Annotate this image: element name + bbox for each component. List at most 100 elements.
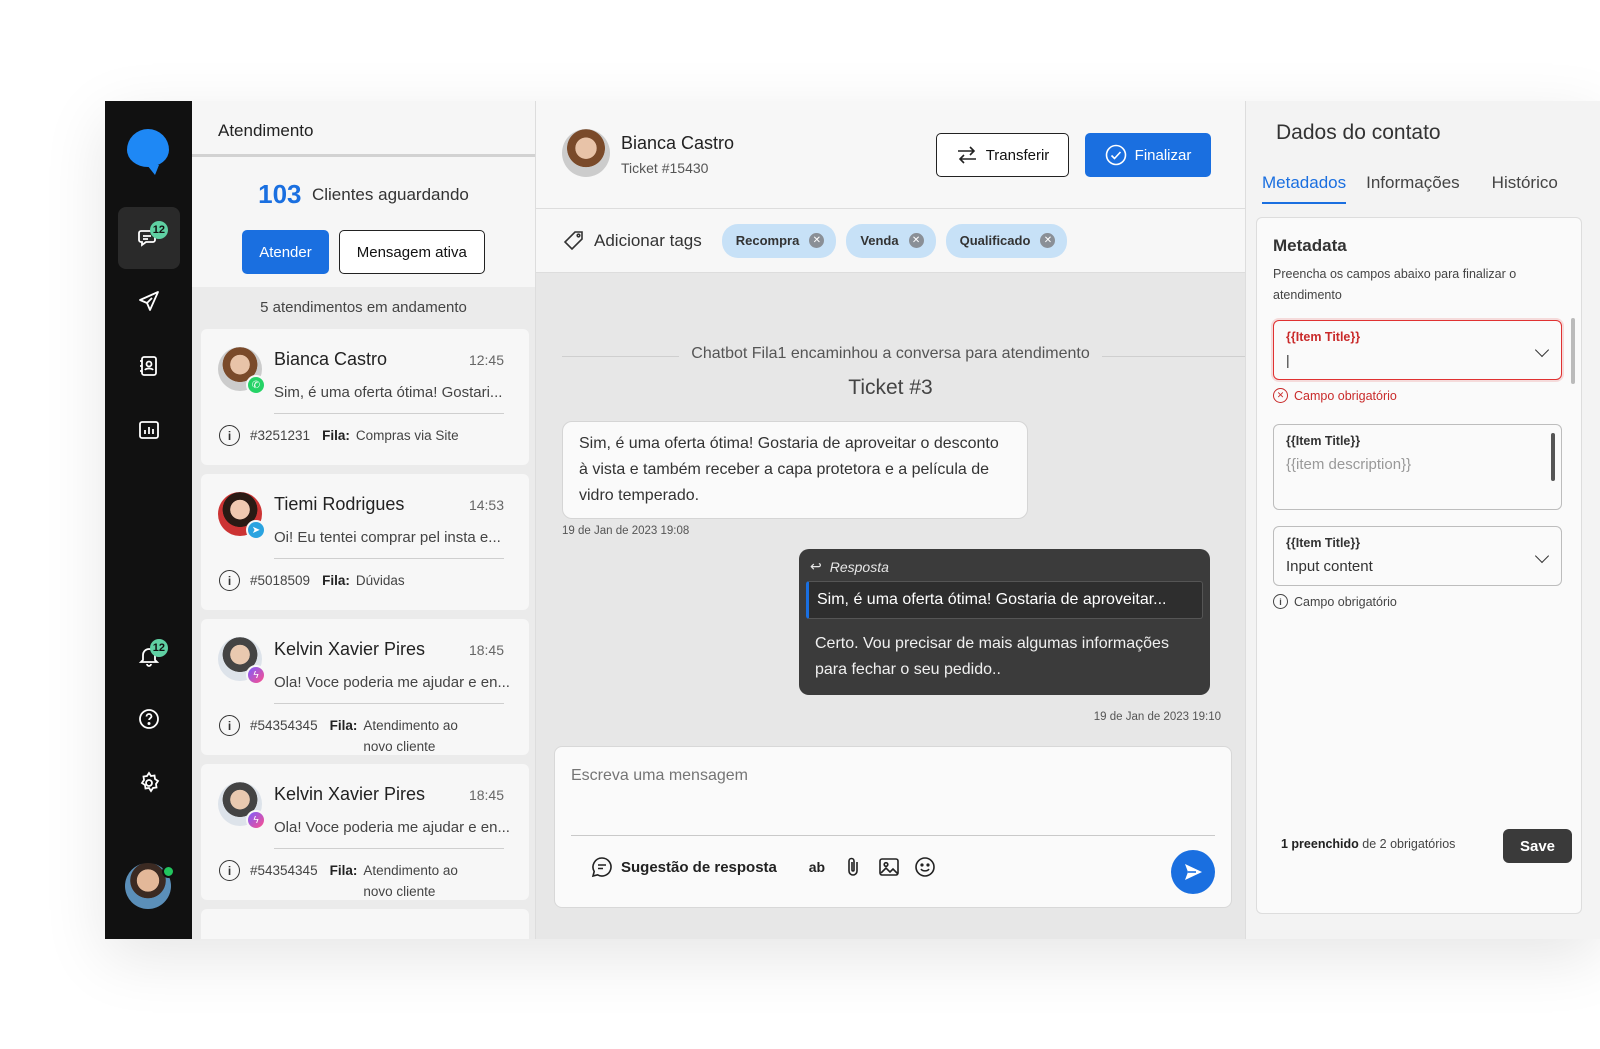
conversation-card[interactable] [201,909,529,939]
format-text-button[interactable]: ab [805,855,829,879]
suggest-reply-label: Sugestão de resposta [621,858,777,876]
system-message: Chatbot Fila1 encaminhou a conversa para… [536,345,1245,363]
composer-toolbar: Sugestão de resposta ab [591,855,937,879]
remove-tag-icon[interactable]: ✕ [908,233,924,248]
chat-header: Bianca Castro Ticket #15430 Transferir F… [536,101,1245,209]
messenger-icon: ϟ [246,810,266,830]
chat-contact-name: Bianca Castro [621,133,735,153]
contact-name: Kelvin Xavier Pires [274,639,426,659]
textarea-scrollbar[interactable] [1551,433,1555,481]
info-icon: i [219,715,240,736]
save-button[interactable]: Save [1503,829,1572,863]
add-tags-button[interactable]: Adicionar tags [562,229,702,253]
whatsapp-icon: ✆ [246,375,266,395]
nav-notifications[interactable]: 12 [118,625,180,687]
paper-plane-icon [139,291,159,311]
tags-bar: Adicionar tags Recompra ✕ Venda ✕ Qualif… [536,209,1245,273]
ticket-divider: Ticket #3 [848,376,933,399]
info-icon: i [219,570,240,591]
attach-icon[interactable] [841,855,865,879]
info-icon: i [1273,594,1288,609]
field-hint-message: i Campo obrigatório [1273,594,1397,609]
tag-label: Venda [860,233,899,248]
messenger-icon: ϟ [246,665,266,685]
fila-value: Compras via Site [355,428,459,443]
info-icon: i [219,425,240,446]
field-placeholder: {{item description}} [1286,456,1412,473]
conversation-card[interactable]: ➤ Tiemi Rodrigues 14:53 Oi! Eu tentei co… [201,474,529,610]
contact-name: Tiemi Rodrigues [274,494,405,514]
conversation-list-panel: Atendimento 103 Clientes aguardando Aten… [192,101,536,939]
nav-settings[interactable] [118,752,180,814]
field-cursor: | [1286,352,1290,368]
metadata-description: Preencha os campos abaixo para finalizar… [1273,267,1517,302]
card-meta: i #54354345 Fila: Atendimento ao novo cl… [219,715,483,757]
card-meta: i #54354345 Fila: Atendimento ao novo cl… [219,860,483,902]
sidebar: 12 12 [105,101,192,939]
message-input[interactable] [571,767,1201,785]
in-progress-label: 5 atendimentos em andamento [260,299,467,316]
conversation-card[interactable]: ✆ Bianca Castro 12:45 Sim, é uma oferta … [201,329,529,465]
image-icon[interactable] [877,855,901,879]
notification-badge: 12 [149,639,168,657]
remove-tag-icon[interactable]: ✕ [809,233,825,248]
tab-informacoes[interactable]: Informações [1366,173,1460,204]
message-preview: Sim, é uma oferta ótima! Gostari... [274,384,503,401]
required-count: 1 preenchido de 2 obrigatórios [1281,837,1456,851]
contact-name: Kelvin Xavier Pires [274,784,426,804]
telegram-icon: ➤ [246,520,266,540]
incoming-message: Sim, é uma oferta ótima! Gostaria de apr… [562,421,1028,519]
ticket-id: #54354345 [250,863,318,878]
contact-tabs: Metadados Informações Histórico [1262,173,1558,204]
outgoing-message: ↩ Resposta Sim, é uma oferta ótima! Gost… [799,549,1210,695]
message-composer: Sugestão de resposta ab [554,746,1232,908]
message-time: 18:45 [468,642,504,658]
outgoing-timestamp: 19 de Jan de 2023 19:10 [1093,711,1221,723]
metadata-title: Metadata [1273,236,1347,255]
check-circle-icon [1105,144,1126,166]
transfer-button[interactable]: Transferir [936,133,1069,177]
nav-send[interactable] [118,270,180,332]
send-button[interactable] [1171,850,1215,894]
attend-button[interactable]: Atender [242,230,329,274]
metadata-textarea-field[interactable]: {{Item Title}} {{item description}} [1273,424,1562,510]
waiting-section: 103 Clientes aguardando Atender Mensagem… [192,157,535,287]
chat-panel: Bianca Castro Ticket #15430 Transferir F… [536,101,1246,939]
remove-tag-icon[interactable]: ✕ [1040,233,1056,248]
suggest-reply-button[interactable]: Sugestão de resposta [591,856,777,878]
contact-panel: Dados do contato Metadados Informações H… [1246,101,1600,939]
reply-label: Resposta [829,558,889,575]
emoji-icon[interactable] [913,855,937,879]
message-preview: Ola! Voce poderia me ajudar e en... [274,819,510,836]
incoming-timestamp: 19 de Jan de 2023 19:08 [562,525,690,537]
conversation-card[interactable]: ϟ Kelvin Xavier Pires 18:45 Ola! Voce po… [201,764,529,900]
user-avatar[interactable] [125,863,175,909]
nav-contacts[interactable] [118,335,180,397]
metadata-select-field-1[interactable]: {{Item Title}} | [1273,320,1562,380]
bar-chart-icon [139,421,159,439]
tab-historico[interactable]: Histórico [1492,173,1558,204]
list-header: Atendimento [192,101,535,157]
reply-quote[interactable]: Sim, é uma oferta ótima! Gostaria de apr… [806,581,1203,619]
active-message-button[interactable]: Mensagem ativa [338,230,485,274]
info-icon: i [219,860,240,881]
outgoing-text: Certo. Vou precisar de mais algumas info… [815,635,1169,678]
message-time: 18:45 [468,787,504,803]
online-status-dot [162,865,175,878]
metadata-select-field-3[interactable]: {{Item Title}} Input content [1273,526,1562,586]
tab-metadados[interactable]: Metadados [1262,173,1347,204]
nav-chats[interactable]: 12 [118,207,180,269]
field-error-message: ✕ Campo obrigatório [1273,388,1397,403]
fila-label: Fila: [329,863,358,878]
nav-reports[interactable] [118,399,180,461]
app-window: 12 12 Atendimento 103 Clientes aguardand… [105,101,1600,939]
nav-help[interactable] [118,688,180,750]
finalize-button[interactable]: Finalizar [1085,133,1211,177]
add-tags-label: Adicionar tags [594,230,702,250]
conversation-card[interactable]: ϟ Kelvin Xavier Pires 18:45 Ola! Voce po… [201,619,529,755]
field-value: Input content [1286,558,1373,575]
reply-arrow-icon: ↩ [810,558,822,574]
chat-ticket-number: Ticket #15430 [621,160,709,176]
waiting-label: Clientes aguardando [311,184,469,204]
panel-scrollbar[interactable] [1571,318,1575,384]
